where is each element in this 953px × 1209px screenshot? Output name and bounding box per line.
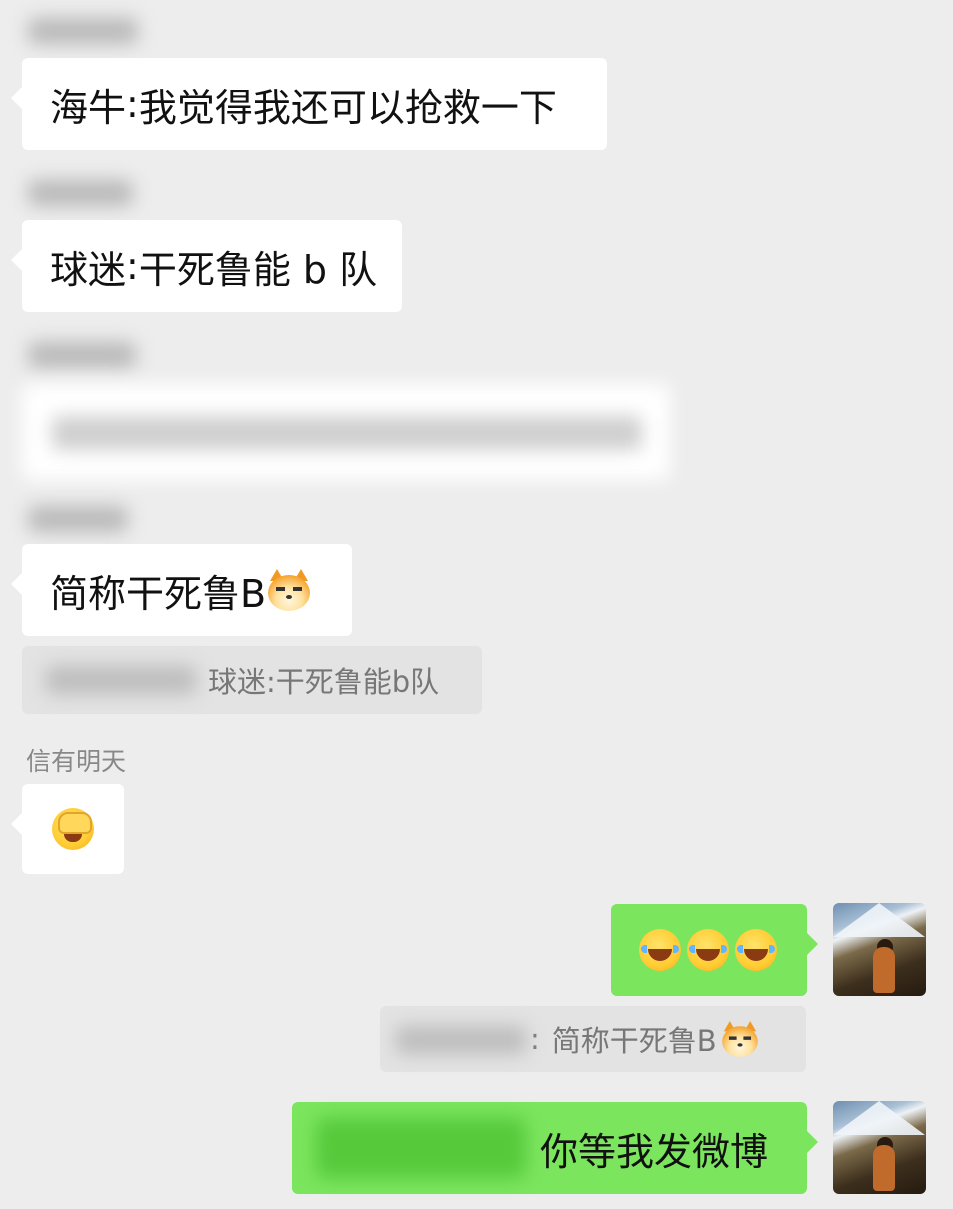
message-text: 你等我发微博 bbox=[540, 1129, 769, 1174]
outgoing-emoji-bubble[interactable] bbox=[611, 904, 818, 996]
quoted-message[interactable]: 球迷:干死鲁能b队 bbox=[22, 646, 482, 714]
user-avatar[interactable] bbox=[833, 1101, 926, 1194]
sender-name-blurred bbox=[28, 342, 136, 368]
user-avatar[interactable] bbox=[833, 903, 926, 996]
sender-name-blurred bbox=[28, 18, 138, 44]
mountain-icon bbox=[833, 903, 925, 937]
message-text: 干死鲁能 b 队 bbox=[138, 247, 378, 292]
person-icon bbox=[873, 947, 895, 993]
doge-cat-emoji-icon bbox=[720, 1021, 759, 1057]
doge-cat-emoji-icon bbox=[266, 569, 312, 611]
message-text: 我觉得我还可以抢救一下 bbox=[138, 85, 557, 130]
message-separator: : bbox=[126, 82, 139, 126]
message-text-blurred bbox=[316, 1118, 526, 1178]
message-sender: 海牛 bbox=[50, 85, 127, 130]
tears-of-joy-emoji-icon bbox=[687, 929, 729, 971]
quoted-sender-blurred bbox=[46, 666, 196, 694]
tears-of-joy-emoji-icon bbox=[735, 929, 777, 971]
incoming-message-blurred[interactable] bbox=[22, 384, 670, 480]
facepalm-emoji-icon bbox=[52, 808, 94, 850]
quoted-separator: : bbox=[530, 1022, 540, 1056]
message-text: 简称干死鲁B bbox=[50, 571, 267, 616]
incoming-emoji-bubble[interactable] bbox=[11, 784, 124, 874]
sender-name-blurred bbox=[28, 506, 128, 532]
quoted-sender-blurred bbox=[396, 1026, 526, 1054]
incoming-message-bubble[interactable]: 简称干死鲁B bbox=[11, 544, 352, 636]
incoming-message-bubble[interactable]: 海牛: 我觉得我还可以抢救一下 bbox=[11, 58, 607, 150]
message-separator: : bbox=[126, 244, 139, 288]
quoted-text: 球迷:干死鲁能b队 bbox=[208, 665, 440, 699]
quoted-message[interactable]: : 简称干死鲁B bbox=[380, 1006, 806, 1072]
outgoing-message-bubble[interactable]: 你等我发微博 bbox=[292, 1102, 818, 1194]
sender-name-blurred bbox=[28, 180, 133, 206]
tears-of-joy-emoji-icon bbox=[639, 929, 681, 971]
sender-name: 信有明天 bbox=[26, 747, 127, 776]
mountain-icon bbox=[833, 1101, 925, 1135]
incoming-message-bubble[interactable]: 球迷: 干死鲁能 b 队 bbox=[11, 220, 402, 312]
person-icon bbox=[873, 1145, 895, 1191]
message-sender: 球迷 bbox=[50, 247, 127, 292]
quoted-text: 简称干死鲁B bbox=[551, 1024, 717, 1058]
